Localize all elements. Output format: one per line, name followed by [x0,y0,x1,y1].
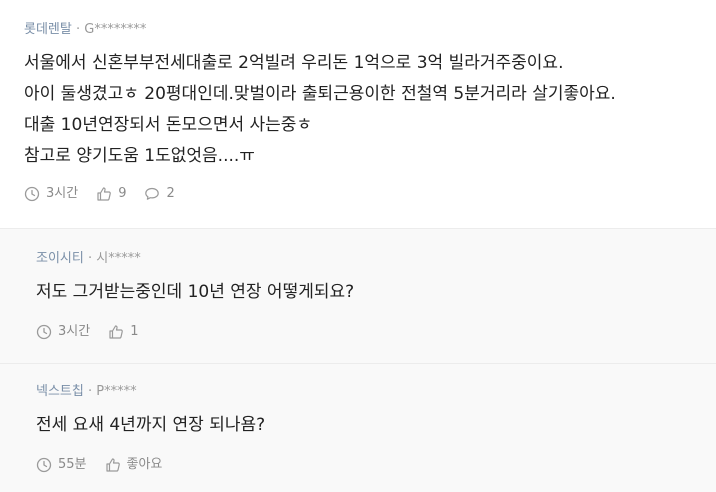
reply-body: 저도 그거받는중인데 10년 연장 어떻게되요? [36,277,354,308]
meta-separator: · [75,22,81,37]
user-id: P***** [96,384,137,399]
comment-line: 대출 10년연장되서 돈모으면서 사는중ㅎ [24,115,313,135]
comment-item: 롯데렌탈 · G******** 서울에서 신혼부부전세대출로 2억빌려 우리돈… [0,0,716,228]
reply-text: 전세 요새 4년까지 연장 되나욤? [36,415,266,435]
like-button[interactable]: 1 [108,324,138,340]
speech-bubble-icon [145,187,160,200]
clock-icon [24,186,40,202]
reply-count: 2 [166,186,175,201]
reply-item: 넥스트칩 · P***** 전세 요새 4년까지 연장 되나욤? 55분 좋아요 [0,364,716,492]
comment-line: 서울에서 신혼부부전세대출로 2억빌려 우리돈 1억으로 3억 빌라거주중이요. [24,53,564,73]
thumbs-up-icon [97,187,112,201]
reply-actions: 3시간 1 [36,323,156,341]
reply-body: 전세 요새 4년까지 연장 되나욤? [36,410,265,441]
comment-body: 서울에서 신혼부부전세대출로 2억빌려 우리돈 1억으로 3억 빌라거주중이요.… [24,48,616,172]
time-text: 3시간 [46,186,79,201]
comment-header: 롯데렌탈 · G******** [24,22,146,38]
user-id: 시***** [96,251,141,266]
like-count: 9 [118,186,127,201]
meta-separator: · [87,251,93,266]
author-name[interactable]: 조이시티 [36,251,84,266]
meta-separator: · [87,384,93,399]
reply-button[interactable]: 2 [144,186,175,202]
comment-actions: 3시간 9 2 [24,185,193,203]
time-text: 55분 [58,457,87,472]
comment-line: 참고로 양기도움 1도없엇음....ㅠ [24,146,255,166]
reply-item: 조이시티 · 시***** 저도 그거받는중인데 10년 연장 어떻게되요? 3… [0,229,716,363]
author-name[interactable]: 롯데렌탈 [24,22,72,37]
clock-icon [36,457,52,473]
reply-header: 넥스트칩 · P***** [36,384,137,400]
thumbs-up-icon [105,458,120,472]
clock-icon [36,324,52,340]
timestamp: 55분 [36,457,87,473]
like-count: 1 [130,324,139,339]
time-text: 3시간 [58,324,91,339]
reply-text: 저도 그거받는중인데 10년 연장 어떻게되요? [36,282,355,302]
thumbs-up-icon [109,325,124,339]
reply-header: 조이시티 · 시***** [36,251,141,267]
like-button[interactable]: 좋아요 [105,457,163,473]
timestamp: 3시간 [36,324,90,340]
like-button[interactable]: 9 [96,186,126,202]
user-id: G******** [84,22,147,37]
reply-actions: 55분 좋아요 [36,456,180,474]
author-name[interactable]: 넥스트칩 [36,384,84,399]
timestamp: 3시간 [24,186,78,202]
like-label: 좋아요 [126,457,163,472]
comment-line: 아이 둘생겼고ㅎ 20평대인데.맞벌이라 출퇴근용이한 전철역 5분거리라 살기… [24,84,616,104]
